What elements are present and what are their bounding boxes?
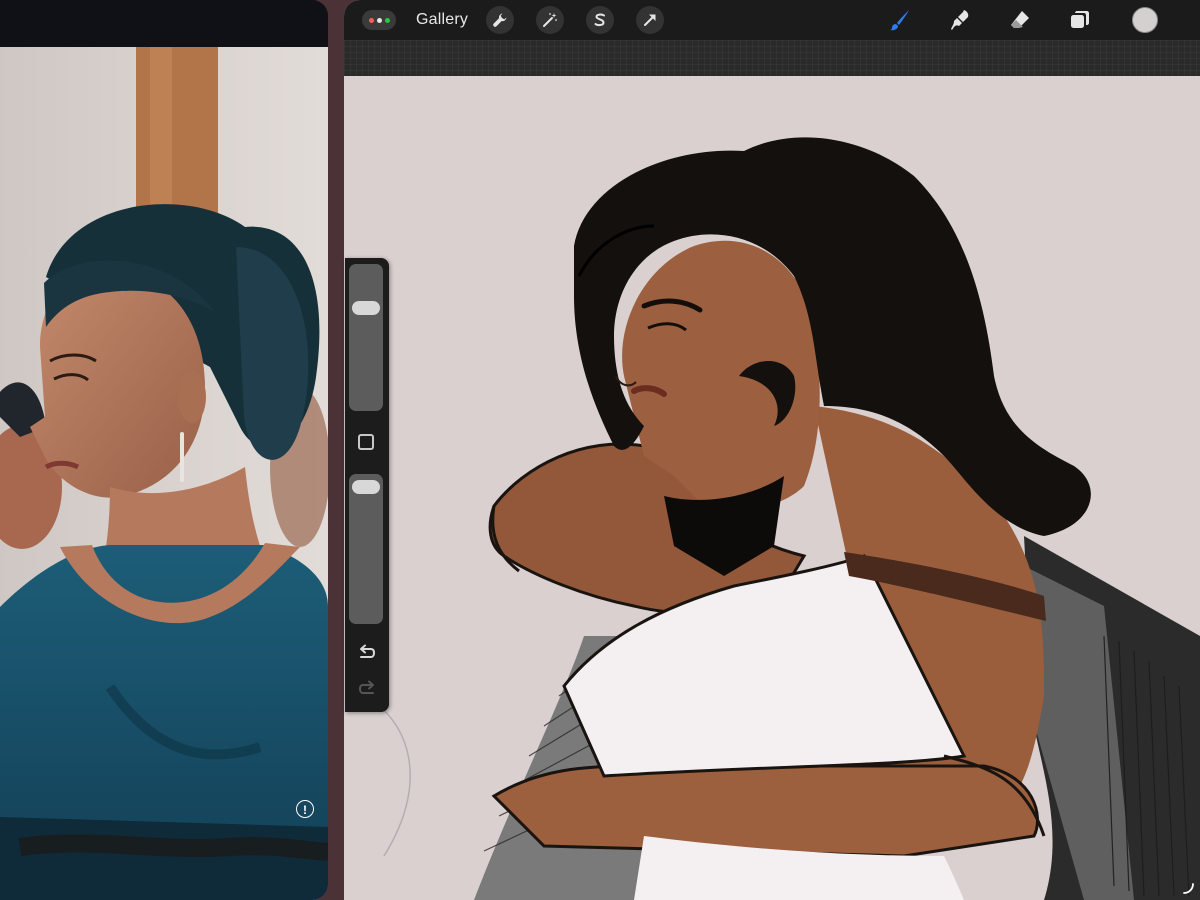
multitask-dot [376, 17, 382, 23]
info-icon-glyph: ! [303, 802, 307, 817]
toolbar-shadow-strip [344, 40, 1200, 76]
color-picker-swatch[interactable] [1132, 7, 1158, 33]
adjustments-magic-wand-icon[interactable] [536, 6, 564, 34]
multitask-dot [368, 17, 374, 23]
selection-s-icon[interactable] [586, 6, 614, 34]
multitask-dot [384, 17, 390, 23]
opacity-slider[interactable] [349, 474, 383, 624]
reference-split-pane[interactable]: ! [0, 0, 328, 900]
gallery-button[interactable]: Gallery [416, 11, 468, 29]
multitask-dots-button[interactable] [362, 10, 396, 30]
smudge-icon[interactable] [946, 6, 974, 34]
transform-arrow-icon[interactable] [636, 6, 664, 34]
brush-size-slider-thumb[interactable] [352, 301, 380, 316]
reference-photo [0, 47, 328, 900]
modify-square-icon[interactable] [358, 434, 374, 450]
brush-size-slider[interactable] [349, 264, 383, 411]
procreate-app-pane: Gallery [344, 0, 1200, 900]
resize-corner-icon [1183, 883, 1194, 894]
reference-pane-topbar [0, 0, 328, 47]
actions-wrench-icon[interactable] [486, 6, 514, 34]
drawing-canvas[interactable] [344, 76, 1200, 900]
layers-icon[interactable] [1066, 6, 1094, 34]
undo-icon[interactable] [355, 642, 379, 664]
brush-sidebar [345, 258, 389, 712]
brush-icon[interactable] [886, 6, 914, 34]
info-icon[interactable]: ! [296, 800, 314, 818]
redo-icon[interactable] [355, 678, 379, 700]
eraser-icon[interactable] [1006, 6, 1034, 34]
top-toolbar: Gallery [344, 0, 1200, 41]
opacity-slider-thumb[interactable] [352, 479, 380, 494]
